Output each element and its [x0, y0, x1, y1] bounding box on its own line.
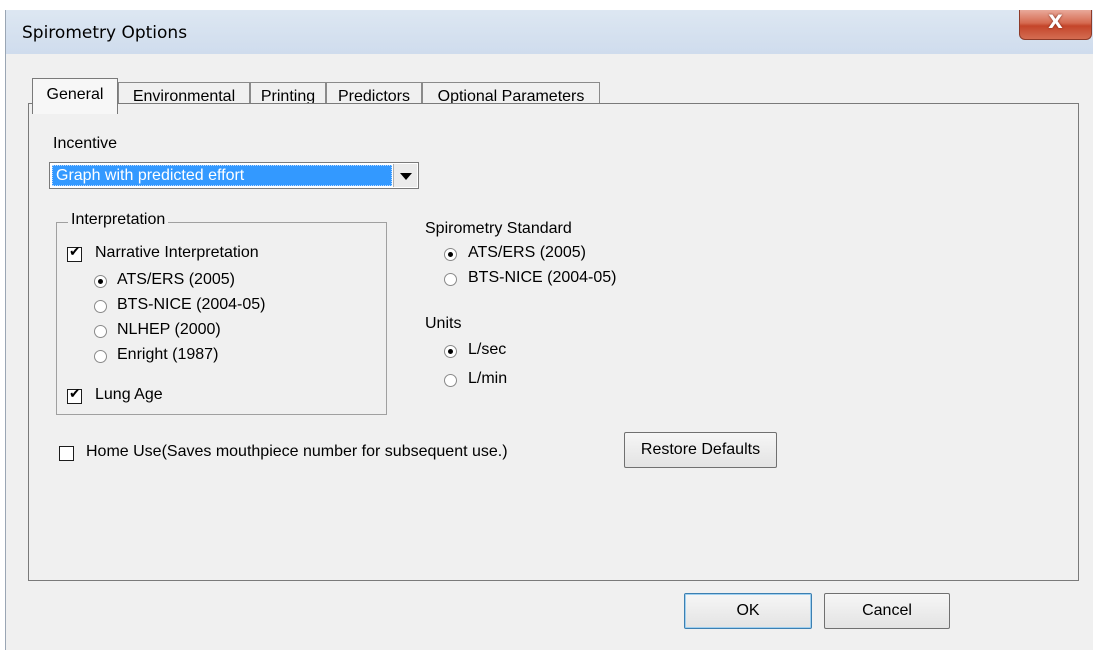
standard-radio-ats-ers[interactable]: [444, 248, 457, 261]
narrative-interpretation-checkbox[interactable]: [67, 244, 82, 262]
close-button[interactable]: X: [1019, 10, 1092, 40]
interp-radio-enright-label: Enright (1987): [117, 346, 219, 363]
window-title: Spirometry Options: [22, 23, 188, 43]
standard-radio-bts-nice[interactable]: [444, 273, 457, 286]
interp-radio-ats-ers-label: ATS/ERS (2005): [117, 271, 235, 288]
units-radio-lmin-label: L/min: [468, 370, 508, 387]
home-use-label: Home Use(Saves mouthpiece number for sub…: [86, 443, 508, 460]
lung-age-checkbox[interactable]: [67, 386, 82, 404]
tab-general[interactable]: General: [32, 78, 118, 114]
incentive-label: Incentive: [53, 135, 118, 152]
home-use-checkbox[interactable]: [59, 446, 74, 461]
interp-radio-ats-ers[interactable]: [94, 275, 107, 288]
narrative-interpretation-label: Narrative Interpretation: [95, 244, 259, 261]
spirometry-standard-title: Spirometry Standard: [425, 220, 572, 237]
incentive-dropdown[interactable]: Graph with predicted effort: [49, 162, 419, 189]
title-bar[interactable]: Spirometry Options X: [6, 10, 1093, 54]
incentive-selected-value: Graph with predicted effort: [52, 165, 392, 186]
ok-button[interactable]: OK: [684, 593, 812, 629]
units-radio-lmin[interactable]: [444, 374, 457, 387]
close-icon: X: [1048, 11, 1063, 33]
interpretation-title: Interpretation: [68, 211, 169, 229]
units-radio-lsec[interactable]: [444, 345, 457, 358]
standard-radio-ats-ers-label: ATS/ERS (2005): [468, 244, 586, 261]
interp-radio-bts-nice[interactable]: [94, 300, 107, 313]
interp-radio-bts-nice-label: BTS-NICE (2004-05): [117, 296, 266, 313]
chevron-down-icon[interactable]: [393, 164, 417, 187]
units-radio-lsec-label: L/sec: [468, 341, 507, 358]
lung-age-label: Lung Age: [95, 386, 163, 403]
interp-radio-nlhep[interactable]: [94, 325, 107, 338]
interp-radio-nlhep-label: NLHEP (2000): [117, 321, 221, 338]
units-title: Units: [425, 315, 462, 332]
restore-defaults-button[interactable]: Restore Defaults: [624, 432, 777, 468]
cancel-button[interactable]: Cancel: [824, 593, 950, 629]
interp-radio-enright[interactable]: [94, 350, 107, 363]
standard-radio-bts-nice-label: BTS-NICE (2004-05): [468, 269, 617, 286]
